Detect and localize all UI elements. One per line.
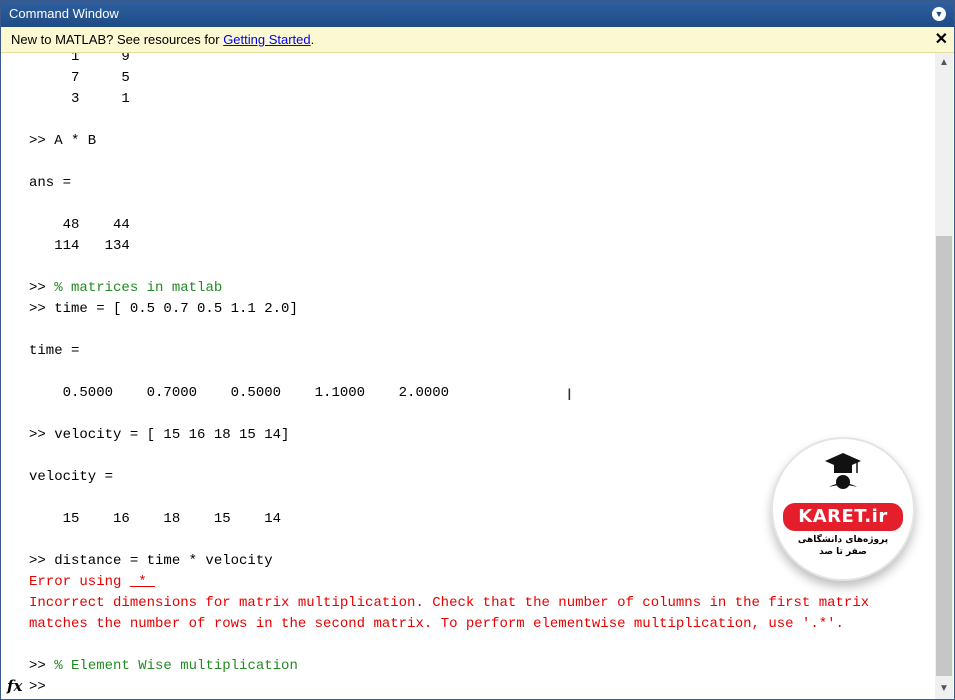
error-function-link[interactable]: * <box>130 574 155 590</box>
scroll-thumb[interactable] <box>936 236 952 676</box>
logo-tagline: پروژه‌های دانشگاهی صفر تا صد <box>797 535 889 557</box>
console-line: ans = <box>29 175 72 191</box>
console-line: >> <box>29 679 55 695</box>
console-line: matches the number of rows in the second… <box>29 616 844 632</box>
window-actions-icon[interactable]: ▼ <box>932 7 946 21</box>
console-line: 114 134 <box>29 238 130 254</box>
console-line: >> A * B <box>29 133 97 149</box>
console-line: 3 1 <box>29 91 130 107</box>
console-line: 15 16 18 15 14 <box>29 511 282 527</box>
command-window: Command Window ▼ New to MATLAB? See reso… <box>0 0 955 700</box>
vertical-scrollbar[interactable]: ▲ ▼ <box>935 53 953 699</box>
scroll-up-icon[interactable]: ▲ <box>935 55 953 71</box>
console-line: >> distance = time * velocity <box>29 553 273 569</box>
text-cursor-icon: I <box>567 385 572 404</box>
console-line: time = <box>29 343 80 359</box>
info-text: New to MATLAB? See resources for <box>11 32 224 47</box>
console-line: Error using * <box>29 572 155 593</box>
graduation-cap-icon <box>825 453 861 489</box>
prompt: >> <box>29 280 55 296</box>
console-line: Incorrect dimensions for matrix multipli… <box>29 595 870 611</box>
console-line: 0.5000 0.7000 0.5000 1.1000 2.0000 <box>29 385 450 401</box>
console-line: >> velocity = [ 15 16 18 15 14] <box>29 427 290 443</box>
title-bar: Command Window ▼ <box>1 1 954 27</box>
window-title: Command Window <box>9 6 119 21</box>
console-line: 48 44 <box>29 217 130 233</box>
console-line: 7 5 <box>29 70 130 86</box>
error-prefix: Error using <box>29 574 130 590</box>
close-infobar-icon[interactable]: ✕ <box>935 27 948 52</box>
info-message: New to MATLAB? See resources for Getting… <box>11 27 314 52</box>
console-line: >> time = [ 0.5 0.7 0.5 1.1 2.0] <box>29 301 298 317</box>
logo-brand: KARET.ir <box>783 503 903 531</box>
info-bar: New to MATLAB? See resources for Getting… <box>1 27 954 53</box>
gutter <box>1 53 25 699</box>
console-line: >> % Element Wise multiplication <box>29 656 298 677</box>
comment-text: % Element Wise multiplication <box>54 658 298 674</box>
prompt: >> <box>29 658 55 674</box>
console-line: velocity = <box>29 469 114 485</box>
console-line: >> % matrices in matlab <box>29 278 222 299</box>
getting-started-link[interactable]: Getting Started <box>223 32 310 47</box>
karet-logo: KARET.ir پروژه‌های دانشگاهی صفر تا صد <box>771 437 915 581</box>
console-line: 1 9 <box>29 53 130 65</box>
scroll-down-icon[interactable]: ▼ <box>935 681 953 697</box>
comment-text: % matrices in matlab <box>54 280 223 296</box>
info-suffix: . <box>310 32 315 47</box>
console-output[interactable]: 1 9 7 5 3 1 >> A * B ans = 48 44 114 134 >>… <box>25 53 931 699</box>
fx-icon[interactable]: fx <box>7 677 22 695</box>
